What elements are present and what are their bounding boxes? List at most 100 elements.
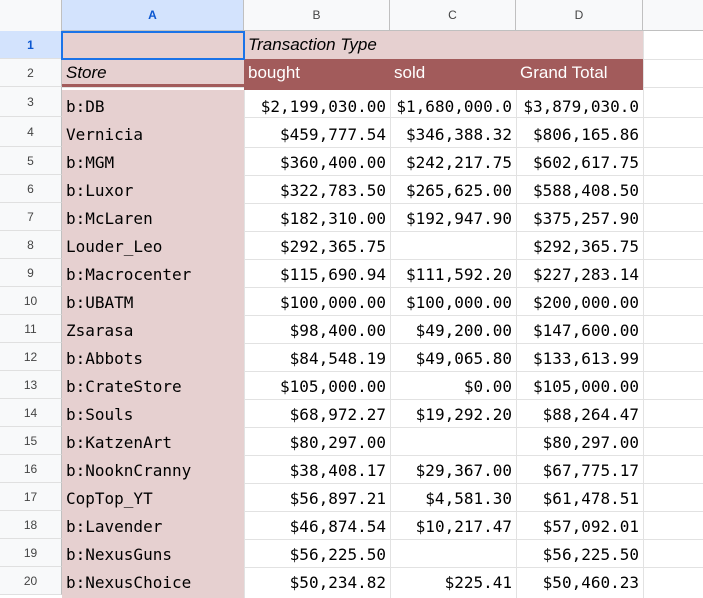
bought-value-cell[interactable]: $50,234.82 (244, 567, 390, 595)
store-name-cell[interactable]: b:Abbots (62, 343, 244, 371)
store-name-cell[interactable]: Zsarasa (62, 315, 244, 343)
row-header-9[interactable]: 9 (0, 259, 62, 287)
row-header-5[interactable]: 5 (0, 147, 62, 175)
store-name-cell[interactable]: b:UBATM (62, 287, 244, 315)
grand-total-value-cell[interactable]: $133,613.99 (516, 343, 643, 371)
grand-total-value-cell[interactable]: $375,257.90 (516, 203, 643, 231)
grand-total-value-cell[interactable]: $67,775.17 (516, 455, 643, 483)
row-header-1[interactable]: 1 (0, 31, 62, 59)
grand-total-value-cell[interactable]: $88,264.47 (516, 399, 643, 427)
sold-value-cell[interactable] (390, 539, 516, 567)
sold-value-cell[interactable]: $49,065.80 (390, 343, 516, 371)
store-name-cell[interactable]: b:NooknCranny (62, 455, 244, 483)
sold-value-cell[interactable]: $4,581.30 (390, 483, 516, 511)
column-header-c[interactable]: C (390, 0, 516, 30)
column-header-b[interactable]: B (244, 0, 390, 30)
store-name-cell[interactable]: b:KatzenArt (62, 427, 244, 455)
grand-total-value-cell[interactable]: $200,000.00 (516, 287, 643, 315)
row-header-13[interactable]: 13 (0, 371, 62, 399)
store-name-cell[interactable]: b:Luxor (62, 175, 244, 203)
store-name-cell[interactable]: b:CrateStore (62, 371, 244, 399)
grand-total-value-cell[interactable]: $588,408.50 (516, 175, 643, 203)
sold-value-cell[interactable]: $265,625.00 (390, 175, 516, 203)
row-header-17[interactable]: 17 (0, 483, 62, 511)
store-name-cell[interactable]: b:Macrocenter (62, 259, 244, 287)
bought-value-cell[interactable]: $2,199,030.00 (244, 90, 390, 119)
store-name-cell[interactable]: Louder_Leo (62, 231, 244, 259)
bought-value-cell[interactable]: $68,972.27 (244, 399, 390, 427)
pivot-header-bought[interactable]: bought (244, 59, 390, 90)
select-all-corner[interactable] (0, 0, 62, 31)
grand-total-value-cell[interactable]: $602,617.75 (516, 147, 643, 175)
store-name-cell[interactable]: b:DB (62, 90, 244, 119)
bought-value-cell[interactable]: $56,897.21 (244, 483, 390, 511)
row-header-16[interactable]: 16 (0, 455, 62, 483)
grand-total-value-cell[interactable]: $50,460.23 (516, 567, 643, 595)
bought-value-cell[interactable]: $84,548.19 (244, 343, 390, 371)
store-name-cell[interactable]: b:NexusChoice (62, 567, 244, 595)
grand-total-value-cell[interactable]: $56,225.50 (516, 539, 643, 567)
bought-value-cell[interactable]: $56,225.50 (244, 539, 390, 567)
column-header-e[interactable] (643, 0, 703, 30)
row-header-2[interactable]: 2 (0, 59, 62, 87)
store-name-cell[interactable]: b:NexusGuns (62, 539, 244, 567)
store-name-cell[interactable]: b:Lavender (62, 511, 244, 539)
pivot-column-group-header[interactable]: Transaction Type (244, 31, 643, 59)
bought-value-cell[interactable]: $322,783.50 (244, 175, 390, 203)
bought-value-cell[interactable]: $360,400.00 (244, 147, 390, 175)
bought-value-cell[interactable]: $100,000.00 (244, 287, 390, 315)
sold-value-cell[interactable]: $1,680,000.0 (390, 90, 516, 119)
grand-total-value-cell[interactable]: $292,365.75 (516, 231, 643, 259)
pivot-row-header-store[interactable]: Store (62, 59, 244, 87)
row-header-7[interactable]: 7 (0, 203, 62, 231)
sold-value-cell[interactable] (390, 231, 516, 259)
row-header-14[interactable]: 14 (0, 399, 62, 427)
pivot-header-sold[interactable]: sold (390, 59, 516, 90)
store-name-cell[interactable]: b:Souls (62, 399, 244, 427)
sold-value-cell[interactable] (390, 427, 516, 455)
bought-value-cell[interactable]: $292,365.75 (244, 231, 390, 259)
sold-value-cell[interactable]: $10,217.47 (390, 511, 516, 539)
row-header-15[interactable]: 15 (0, 427, 62, 455)
row-header-19[interactable]: 19 (0, 539, 62, 567)
store-name-cell[interactable]: b:MGM (62, 147, 244, 175)
row-header-10[interactable]: 10 (0, 287, 62, 315)
store-name-cell[interactable]: b:McLaren (62, 203, 244, 231)
grand-total-value-cell[interactable]: $80,297.00 (516, 427, 643, 455)
bought-value-cell[interactable]: $80,297.00 (244, 427, 390, 455)
bought-value-cell[interactable]: $182,310.00 (244, 203, 390, 231)
store-name-cell[interactable]: CopTop_YT (62, 483, 244, 511)
sold-value-cell[interactable]: $19,292.20 (390, 399, 516, 427)
row-header-11[interactable]: 11 (0, 315, 62, 343)
grand-total-value-cell[interactable]: $147,600.00 (516, 315, 643, 343)
grand-total-value-cell[interactable]: $57,092.01 (516, 511, 643, 539)
row-header-8[interactable]: 8 (0, 231, 62, 259)
row-header-18[interactable]: 18 (0, 511, 62, 539)
bought-value-cell[interactable]: $46,874.54 (244, 511, 390, 539)
spreadsheet-grid[interactable]: A B C D 1 2 3 4 5 6 7 8 9 10 11 12 13 14 15 16 17 18 19 20 T… (0, 0, 703, 598)
row-header-6[interactable]: 6 (0, 175, 62, 203)
sold-value-cell[interactable]: $100,000.00 (390, 287, 516, 315)
grand-total-value-cell[interactable]: $105,000.00 (516, 371, 643, 399)
row-header-4[interactable]: 4 (0, 117, 62, 147)
sold-value-cell[interactable]: $0.00 (390, 371, 516, 399)
grand-total-value-cell[interactable]: $61,478.51 (516, 483, 643, 511)
grand-total-value-cell[interactable]: $806,165.86 (516, 119, 643, 147)
row-header-20[interactable]: 20 (0, 567, 62, 595)
sold-value-cell[interactable]: $192,947.90 (390, 203, 516, 231)
pivot-corner-cell[interactable] (62, 31, 244, 59)
store-name-cell[interactable]: Vernicia (62, 119, 244, 147)
bought-value-cell[interactable]: $38,408.17 (244, 455, 390, 483)
sold-value-cell[interactable]: $225.41 (390, 567, 516, 595)
grand-total-value-cell[interactable]: $3,879,030.0 (516, 90, 643, 119)
bought-value-cell[interactable]: $98,400.00 (244, 315, 390, 343)
row-header-12[interactable]: 12 (0, 343, 62, 371)
sold-value-cell[interactable]: $49,200.00 (390, 315, 516, 343)
bought-value-cell[interactable]: $459,777.54 (244, 119, 390, 147)
column-header-d[interactable]: D (516, 0, 643, 30)
sold-value-cell[interactable]: $242,217.75 (390, 147, 516, 175)
sold-value-cell[interactable]: $29,367.00 (390, 455, 516, 483)
bought-value-cell[interactable]: $105,000.00 (244, 371, 390, 399)
sold-value-cell[interactable]: $346,388.32 (390, 119, 516, 147)
bought-value-cell[interactable]: $115,690.94 (244, 259, 390, 287)
